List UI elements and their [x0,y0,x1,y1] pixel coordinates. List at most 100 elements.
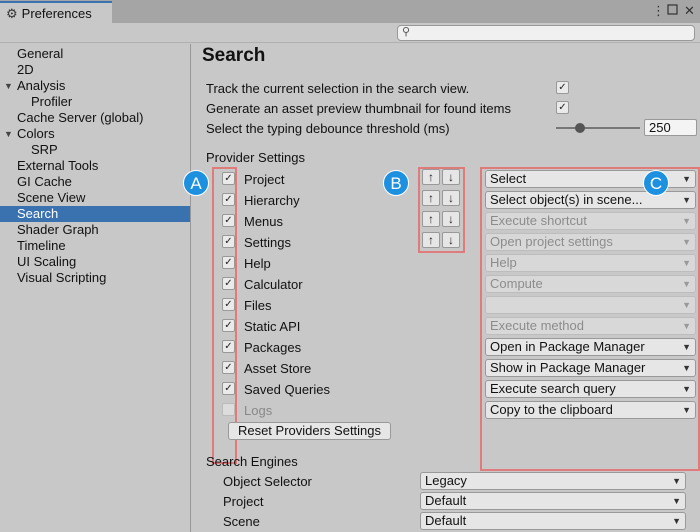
dropdown-value: Default [425,493,467,508]
provider-label-files: Files [244,298,272,313]
sidebar-item-profiler[interactable]: Profiler [0,94,190,110]
sidebar-item-label: Timeline [17,238,66,253]
dropdown-value: Legacy [425,473,467,488]
provider-enabled-checkbox[interactable]: ✓ [222,340,235,353]
sidebar-item-search[interactable]: Search [0,206,190,222]
sidebar-item-2d[interactable]: 2D [0,62,190,78]
sidebar-item-label: Colors [17,126,55,141]
arrow-down-icon: ↓ [448,170,454,184]
provider-enabled-checkbox[interactable]: ✓ [222,361,235,374]
move-up-button[interactable]: ↑ [422,190,440,206]
provider-enabled-checkbox[interactable]: ✓ [222,235,235,248]
main-panel: Search Track the current selection in th… [183,44,700,532]
move-down-button[interactable]: ↓ [442,211,460,227]
sidebar-item-colors[interactable]: ▼ Colors [0,126,190,142]
provider-action-dropdown-logs[interactable]: Copy to the clipboard ▼ [485,401,696,419]
provider-enabled-checkbox[interactable]: ✓ [222,403,235,416]
provider-action-dropdown-static-api: Execute method ▼ [485,317,696,335]
provider-label-calculator: Calculator [244,277,303,292]
provider-label-logs: Logs [244,403,273,418]
arrow-up-icon: ↑ [428,191,434,205]
sidebar-item-timeline[interactable]: Timeline [0,238,190,254]
expand-arrow-icon[interactable]: ▼ [4,126,13,142]
provider-action-dropdown-calculator: Compute ▼ [485,275,696,293]
provider-action-dropdown-hierarchy[interactable]: Select object(s) in scene... ▼ [485,191,696,209]
dropdown-value: Compute [490,276,543,291]
page-title: Search [202,45,266,66]
sidebar-item-external-tools[interactable]: External Tools [0,158,190,174]
provider-action-dropdown-packages[interactable]: Open in Package Manager ▼ [485,338,696,356]
move-up-button[interactable]: ↑ [422,232,440,248]
dropdown-value: Default [425,513,467,528]
provider-enabled-checkbox[interactable]: ✓ [222,256,235,269]
chevron-down-icon: ▼ [682,174,691,184]
arrow-down-icon: ↓ [448,191,454,205]
chevron-down-icon: ▼ [682,405,691,415]
restore-icon[interactable] [667,4,678,18]
expand-arrow-icon[interactable]: ▼ [4,78,13,94]
window-tab[interactable]: ⚙ Preferences [0,1,112,23]
close-icon[interactable]: ✕ [684,4,695,18]
provider-label-saved-queries: Saved Queries [244,382,330,397]
sidebar-item-cache-server[interactable]: Cache Server (global) [0,110,190,126]
callout-marker-c: C [643,170,669,196]
move-down-button[interactable]: ↓ [442,169,460,185]
reset-providers-button[interactable]: Reset Providers Settings [228,422,391,440]
search-engines-header: Search Engines [206,454,298,469]
engine-label-scene: Scene [223,514,260,529]
dropdown-value: Execute search query [490,381,616,396]
provider-label-static-api: Static API [244,319,301,334]
provider-enabled-checkbox[interactable]: ✓ [222,298,235,311]
sidebar-item-general[interactable]: General [0,46,190,62]
provider-enabled-checkbox[interactable]: ✓ [222,193,235,206]
sidebar-item-ui-scaling[interactable]: UI Scaling [0,254,190,270]
highlight-box-a [212,167,237,464]
engine-label-object-selector: Object Selector [223,474,312,489]
provider-label-hierarchy: Hierarchy [244,193,300,208]
provider-enabled-checkbox[interactable]: ✓ [222,319,235,332]
sidebar-item-scene-view[interactable]: Scene View [0,190,190,206]
debounce-slider-thumb[interactable] [575,123,585,133]
provider-label-menus: Menus [244,214,284,229]
debounce-value-field[interactable]: 250 [644,119,697,136]
move-up-button[interactable]: ↑ [422,211,440,227]
sidebar-item-srp[interactable]: SRP [0,142,190,158]
preview-thumbnail-checkbox[interactable]: ✓ [556,101,569,114]
provider-label-settings: Settings [244,235,291,250]
chevron-down-icon: ▼ [682,342,691,352]
provider-enabled-checkbox[interactable]: ✓ [222,382,235,395]
sidebar-item-analysis[interactable]: ▼ Analysis [0,78,190,94]
provider-enabled-checkbox[interactable]: ✓ [222,214,235,227]
move-down-button[interactable]: ↓ [442,190,460,206]
sidebar-item-label: Cache Server (global) [17,110,144,125]
callout-marker-a: A [183,170,209,196]
debounce-slider[interactable] [556,127,640,129]
provider-label-help: Help [244,256,271,271]
dropdown-value: Help [490,255,517,270]
sidebar-item-label: External Tools [17,158,99,173]
move-up-button[interactable]: ↑ [422,169,440,185]
sidebar-item-shader-graph[interactable]: Shader Graph [0,222,190,238]
search-field[interactable]: ⚲ [397,25,695,41]
provider-enabled-checkbox[interactable]: ✓ [222,277,235,290]
move-down-button[interactable]: ↓ [442,232,460,248]
sidebar-item-gi-cache[interactable]: GI Cache [0,174,190,190]
engine-dropdown-project[interactable]: Default ▼ [420,492,686,510]
sidebar-item-label: Shader Graph [17,222,99,237]
track-selection-checkbox[interactable]: ✓ [556,81,569,94]
provider-enabled-checkbox[interactable]: ✓ [222,172,235,185]
kebab-menu-icon[interactable]: ⋮ [652,4,665,18]
engine-dropdown-scene[interactable]: Default ▼ [420,512,686,530]
dropdown-value: Copy to the clipboard [490,402,613,417]
provider-action-dropdown-saved-queries[interactable]: Execute search query ▼ [485,380,696,398]
chevron-down-icon: ▼ [682,237,691,247]
dropdown-value: Show in Package Manager [490,360,646,375]
sidebar-item-visual-scripting[interactable]: Visual Scripting [0,270,190,286]
provider-action-dropdown-asset-store[interactable]: Show in Package Manager ▼ [485,359,696,377]
search-input[interactable] [414,26,692,40]
provider-action-dropdown-files: ▼ [485,296,696,314]
sidebar-item-label: UI Scaling [17,254,77,269]
chevron-down-icon: ▼ [682,195,691,205]
engine-dropdown-object-selector[interactable]: Legacy ▼ [420,472,686,490]
callout-marker-b: B [383,170,409,196]
